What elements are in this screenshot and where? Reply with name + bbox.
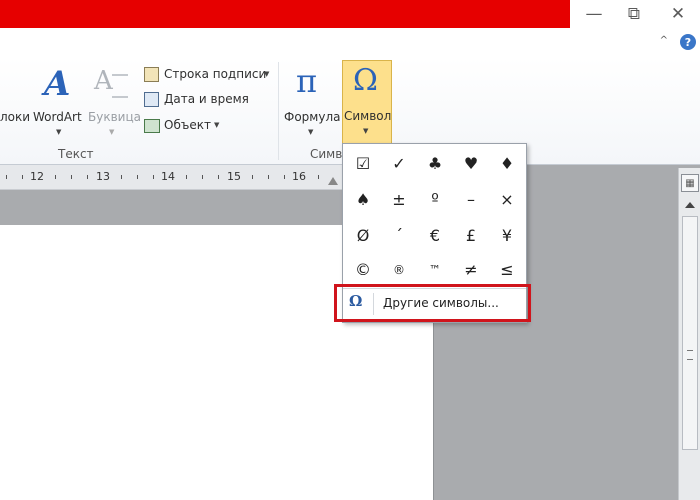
ribbon-tab-bar: ^ ? (0, 28, 700, 59)
omega-icon: Ω (353, 63, 378, 98)
symbol-label: Символ (344, 109, 392, 123)
symbol-cell[interactable]: ☑ (345, 146, 381, 181)
object-icon (144, 119, 160, 133)
vertical-scrollbar[interactable]: ▦ (678, 168, 700, 500)
horizontal-ruler[interactable]: 12 13 14 15 16 (0, 165, 345, 190)
signature-line-button[interactable]: Строка подписи ▼ (142, 66, 274, 84)
date-time-icon (144, 92, 159, 107)
window-controls: — ⧉ ✕ (570, 0, 700, 28)
chevron-down-icon: ▼ (214, 121, 220, 129)
symbol-cell[interactable]: º (417, 182, 453, 217)
collapse-ribbon-button[interactable]: ^ (660, 35, 668, 46)
bookmarks-button-label[interactable]: локи (0, 110, 30, 124)
minimize-icon: — (585, 4, 603, 24)
dropcap-label: Буквица (88, 110, 141, 124)
ruler-icon: ▦ (685, 177, 695, 189)
minimize-button[interactable]: — (576, 2, 612, 26)
wordart-label: WordArt (33, 110, 82, 124)
chevron-down-icon: ▼ (363, 127, 369, 135)
symbol-cell[interactable]: ✓ (381, 146, 417, 181)
help-button[interactable]: ? (680, 34, 696, 50)
symbol-cell[interactable]: ± (381, 182, 417, 217)
restore-button[interactable]: ⧉ (616, 2, 652, 26)
wordart-icon: A (44, 64, 71, 104)
symbol-cell[interactable]: Ø (345, 218, 381, 253)
scroll-up-icon[interactable] (685, 202, 695, 208)
symbol-cell[interactable]: × (489, 182, 525, 217)
symbol-cell[interactable]: ♦ (489, 146, 525, 181)
symbol-cell[interactable]: ¥ (489, 218, 525, 253)
symbols-group-label: Симв (310, 147, 343, 161)
symbol-cell[interactable]: ® (381, 252, 417, 287)
ruler-toggle-button[interactable]: ▦ (681, 174, 699, 192)
chevron-down-icon: ▼ (56, 128, 62, 136)
chevron-down-icon: ▼ (264, 70, 270, 78)
symbol-cell[interactable]: £ (453, 218, 489, 253)
scroll-thumb[interactable] (682, 216, 698, 450)
chevron-down-icon: ▼ (308, 128, 314, 136)
symbol-cell[interactable]: © (345, 252, 381, 287)
restore-icon: ⧉ (627, 4, 641, 24)
right-indent-marker[interactable] (328, 177, 338, 185)
grip-icon (687, 350, 693, 360)
symbol-cell[interactable]: ≠ (453, 252, 489, 287)
chevron-down-icon: ▼ (109, 128, 115, 136)
symbol-cell[interactable]: – (453, 182, 489, 217)
date-time-button[interactable]: Дата и время (142, 91, 274, 109)
symbol-cell[interactable]: ´ (381, 218, 417, 253)
object-button[interactable]: Объект ▼ (142, 117, 274, 135)
close-button[interactable]: ✕ (660, 2, 696, 26)
text-group-label: Текст (58, 147, 94, 161)
symbol-cell[interactable]: ™ (417, 252, 453, 287)
highlight-frame (334, 284, 531, 322)
symbol-cell[interactable]: € (417, 218, 453, 253)
symbol-cell[interactable]: ≤ (489, 252, 525, 287)
symbol-cell[interactable]: ♣ (417, 146, 453, 181)
signature-line-icon (144, 67, 159, 82)
formula-button[interactable]: π Формула ▼ (284, 62, 340, 144)
pi-icon: π (296, 62, 318, 100)
dropcap-icon: A (94, 66, 113, 96)
formula-label: Формула (284, 110, 341, 124)
symbol-button[interactable]: Ω Символ ▼ (342, 60, 392, 144)
symbol-cell[interactable]: ♥ (453, 146, 489, 181)
close-icon: ✕ (670, 4, 686, 24)
dropcap-button[interactable]: A Буквица ▼ (88, 62, 141, 144)
title-bar (0, 0, 570, 28)
wordart-button[interactable]: A WordArt ▼ (33, 62, 86, 144)
symbol-cell[interactable]: ♠ (345, 182, 381, 217)
